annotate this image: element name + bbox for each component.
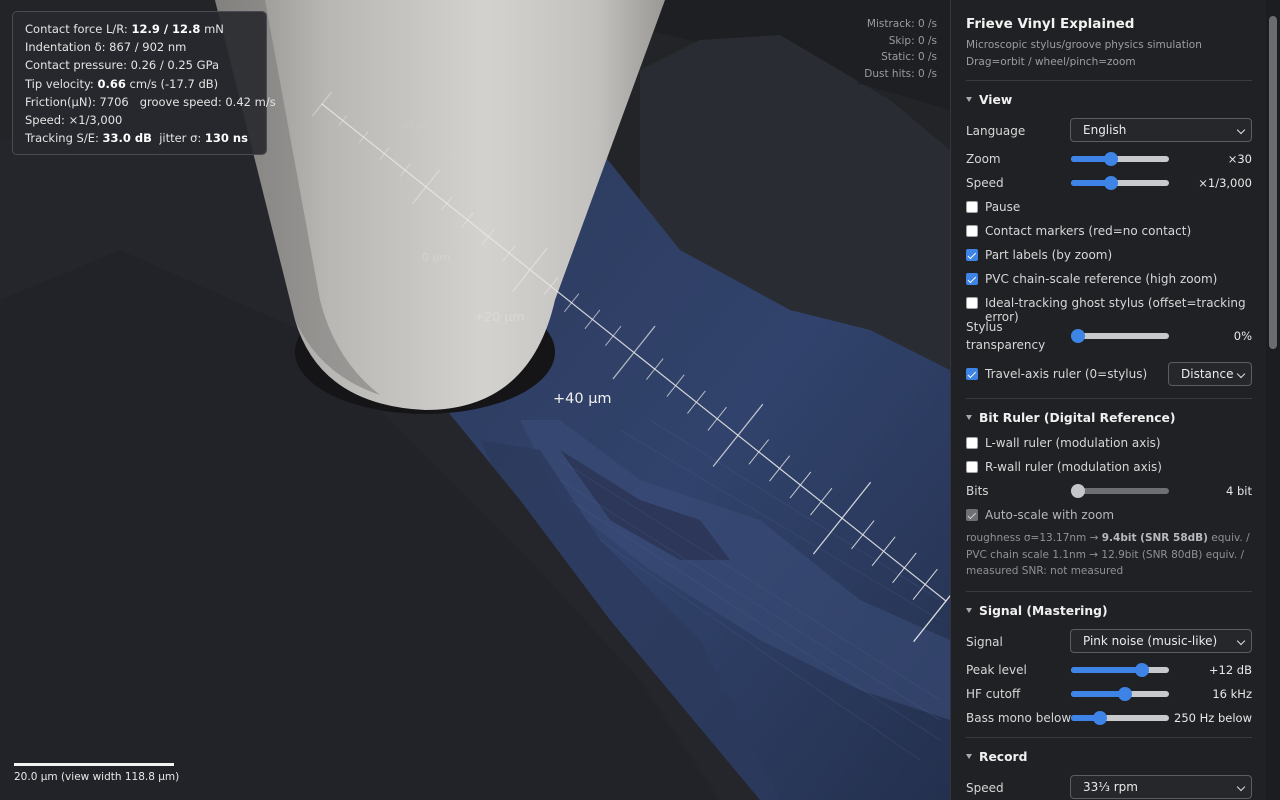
divider [966, 80, 1252, 81]
slider-handle[interactable] [1071, 329, 1085, 343]
controls-hint: Drag=orbit / wheel/pinch=zoom [966, 56, 1136, 68]
language-select[interactable]: English [1070, 118, 1252, 142]
slider-handle[interactable] [1092, 711, 1107, 725]
contact-markers-label: Contact markers (red=no contact) [985, 224, 1192, 238]
collapse-triangle-icon [966, 754, 972, 759]
slider-handle[interactable] [1103, 176, 1118, 190]
chevron-down-icon [1236, 369, 1246, 379]
peak-level-slider[interactable] [1071, 663, 1169, 677]
pvc-reference-checkbox[interactable] [966, 273, 978, 285]
peak-level-value: +12 dB [1208, 663, 1252, 677]
bits-value: 4 bit [1226, 484, 1252, 498]
bass-mono-label: Bass mono below [966, 711, 1072, 725]
speed-readout: Speed: ×1/3,000 [25, 113, 123, 128]
speed-label: Speed [966, 176, 1004, 190]
slider-handle[interactable] [1134, 663, 1149, 677]
scrollbar-thumb[interactable] [1269, 16, 1277, 349]
collapse-triangle-icon [966, 97, 972, 102]
contact-force-readout: Contact force L/R: 12.9 / 12.8 mN [25, 22, 224, 36]
autoscale-checkbox[interactable] [966, 509, 978, 521]
rwall-ruler-checkbox[interactable] [966, 461, 978, 473]
bits-label: Bits [966, 484, 989, 498]
speed-value: ×1/3,000 [1198, 176, 1252, 190]
error-stats: Mistrack: 0 /s Skip: 0 /s Static: 0 /s D… [857, 13, 943, 85]
section-bit-ruler-heading[interactable]: Bit Ruler (Digital Reference) [966, 411, 1176, 425]
simulation-viewport[interactable]: -40 μm -20 μm 0 μm +20 μm +40 μm Contact… [0, 0, 950, 800]
section-record-heading[interactable]: Record [966, 750, 1027, 764]
peak-level-label: Peak level [966, 663, 1027, 677]
divider [966, 591, 1252, 592]
chevron-down-icon [1236, 782, 1246, 792]
collapse-triangle-icon [966, 415, 972, 420]
pause-checkbox[interactable] [966, 201, 978, 213]
panel-scrollbar[interactable] [1266, 0, 1280, 800]
static-stat: Static: 0 /s [881, 51, 937, 63]
bass-mono-slider[interactable] [1071, 711, 1169, 725]
ruler-label-plus40: +40 μm [553, 391, 612, 407]
pvc-reference-label: PVC chain-scale reference (high zoom) [985, 272, 1218, 286]
speed-slider[interactable] [1071, 176, 1169, 190]
travel-ruler-checkbox[interactable] [966, 368, 978, 380]
bits-slider[interactable] [1071, 484, 1169, 498]
slider-handle[interactable] [1103, 152, 1118, 166]
record-speed-select[interactable]: 33⅓ rpm [1070, 775, 1252, 799]
physics-readout: Contact force L/R: 12.9 / 12.8 mN Indent… [12, 11, 276, 156]
autoscale-label: Auto-scale with zoom [985, 508, 1115, 522]
zoom-slider[interactable] [1071, 152, 1169, 166]
indentation-readout: Indentation δ: 867 / 902 nm [25, 40, 187, 55]
rwall-ruler-label: R-wall ruler (modulation axis) [985, 460, 1162, 474]
scale-bar [14, 763, 174, 766]
lwall-ruler-label: L-wall ruler (modulation axis) [985, 436, 1161, 450]
signal-label: Signal [966, 635, 1003, 649]
pause-label: Pause [985, 200, 1021, 214]
part-labels-checkbox[interactable] [966, 249, 978, 261]
lwall-ruler-checkbox[interactable] [966, 437, 978, 449]
dust-stat: Dust hits: 0 /s [864, 67, 937, 80]
control-panel: Frieve Vinyl Explained Microscopic stylu… [950, 0, 1267, 800]
ruler-mode-select[interactable]: Distance [1168, 362, 1252, 386]
hf-cutoff-slider[interactable] [1071, 687, 1169, 701]
skip-stat: Skip: 0 /s [888, 34, 937, 47]
chevron-down-icon [1236, 125, 1246, 135]
app-title: Frieve Vinyl Explained [966, 16, 1135, 32]
ruler-label-plus20: +20 μm [474, 309, 524, 324]
ruler-label-minus40: -40 μm [400, 121, 430, 131]
ruler-label-minus20: -20 μm [441, 150, 475, 161]
hf-cutoff-label: HF cutoff [966, 687, 1021, 701]
tracking-readout: Tracking S/E: 33.0 dB jitter σ: 130 ns [25, 131, 248, 146]
pressure-readout: Contact pressure: 0.26 / 0.25 GPa [25, 58, 220, 73]
divider [966, 737, 1252, 738]
collapse-triangle-icon [966, 608, 972, 613]
transparency-label: Stylus transparency [966, 320, 1046, 352]
contact-markers-checkbox[interactable] [966, 225, 978, 237]
language-label: Language [966, 124, 1026, 138]
record-speed-label: Speed [966, 781, 1004, 795]
zoom-value: ×30 [1227, 152, 1252, 166]
transparency-slider[interactable] [1071, 329, 1169, 343]
bass-mono-value: 250 Hz below [1174, 711, 1252, 725]
scale-label: 20.0 μm (view width 118.8 μm) [14, 771, 180, 783]
friction-readout: Friction(μN): 7706 groove speed: 0.42 m/… [25, 94, 276, 109]
ruler-label-zero: 0 μm [422, 251, 450, 264]
bit-ruler-note: roughness σ=13.17nm → 9.4bit (SNR 58dB) … [966, 532, 1250, 577]
section-signal-heading[interactable]: Signal (Mastering) [966, 604, 1108, 618]
chevron-down-icon [1236, 636, 1246, 646]
zoom-label: Zoom [966, 152, 1001, 166]
hf-cutoff-value: 16 kHz [1212, 687, 1252, 701]
slider-handle[interactable] [1118, 687, 1133, 701]
app-subtitle: Microscopic stylus/groove physics simula… [966, 39, 1202, 51]
signal-select[interactable]: Pink noise (music-like) [1070, 629, 1252, 653]
tip-velocity-readout: Tip velocity: 0.66 cm/s (-17.7 dB) [25, 76, 219, 91]
transparency-value: 0% [1233, 329, 1252, 343]
section-view-heading[interactable]: View [966, 93, 1012, 107]
ghost-stylus-checkbox[interactable] [966, 297, 978, 309]
divider [966, 398, 1252, 399]
slider-handle[interactable] [1071, 484, 1085, 498]
travel-ruler-label: Travel-axis ruler (0=stylus) [985, 367, 1148, 381]
part-labels-label: Part labels (by zoom) [985, 248, 1113, 262]
mistrack-stat: Mistrack: 0 /s [866, 18, 937, 30]
